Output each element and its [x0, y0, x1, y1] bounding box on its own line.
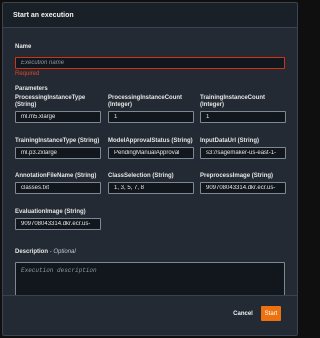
preprocess-image-input[interactable]: [200, 182, 286, 194]
modal-title: Start an execution: [13, 11, 74, 19]
input-data-url-input[interactable]: [200, 147, 286, 159]
param-label: EvaluationImage (String): [15, 209, 86, 216]
training-instance-count-input[interactable]: [200, 111, 286, 123]
param-class-selection: ClassSelection (String): [108, 167, 194, 194]
processing-instance-type-input[interactable]: [15, 111, 101, 123]
param-label: ClassSelection (String): [108, 173, 174, 180]
param-training-instance-count: TrainingInstanceCount (Integer): [200, 95, 286, 123]
name-label: Name: [15, 44, 32, 50]
model-approval-status-input[interactable]: [108, 147, 194, 159]
execution-name-input[interactable]: [15, 57, 285, 69]
param-label: ModelApprovalStatus (String): [108, 138, 193, 145]
name-error-text: Required: [15, 71, 40, 77]
param-processing-instance-type: ProcessingInstanceType (String): [15, 95, 101, 123]
param-label: ProcessingInstanceCount (Integer): [108, 95, 183, 109]
start-execution-modal: Start an execution Name Required Paramet…: [2, 2, 298, 336]
cancel-button[interactable]: Cancel: [229, 307, 257, 321]
modal-footer: Cancel Start: [3, 295, 297, 335]
training-instance-type-input[interactable]: [15, 147, 101, 159]
description-label-text: Description: [15, 249, 49, 255]
param-preprocess-image: PreprocessImage (String): [200, 167, 286, 194]
param-label: TrainingInstanceCount (Integer): [200, 95, 266, 109]
param-label: TrainingInstanceType (String): [15, 138, 100, 145]
param-label: InputDataUrl (String): [200, 138, 259, 145]
param-label: ProcessingInstanceType (String): [15, 95, 86, 109]
description-label: Description - Optional: [15, 249, 76, 256]
param-training-instance-type: TrainingInstanceType (String): [15, 132, 101, 159]
start-button[interactable]: Start: [261, 306, 281, 321]
param-label: AnnotationFileName (String): [15, 173, 97, 180]
parameters-heading: Parameters: [15, 86, 48, 92]
param-annotation-file-name: AnnotationFileName (String): [15, 167, 101, 194]
param-evaluation-image: EvaluationImage (String): [15, 203, 101, 230]
modal-header: Start an execution: [3, 3, 297, 28]
description-optional-text: - Optional: [48, 249, 76, 255]
evaluation-image-input[interactable]: [15, 218, 101, 230]
param-processing-instance-count: ProcessingInstanceCount (Integer): [108, 95, 194, 123]
class-selection-input[interactable]: [108, 182, 194, 194]
annotation-file-name-input[interactable]: [15, 182, 101, 194]
processing-instance-count-input[interactable]: [108, 111, 194, 123]
param-model-approval-status: ModelApprovalStatus (String): [108, 132, 194, 159]
param-label: PreprocessImage (String): [200, 173, 274, 180]
param-input-data-url: InputDataUrl (String): [200, 132, 286, 159]
